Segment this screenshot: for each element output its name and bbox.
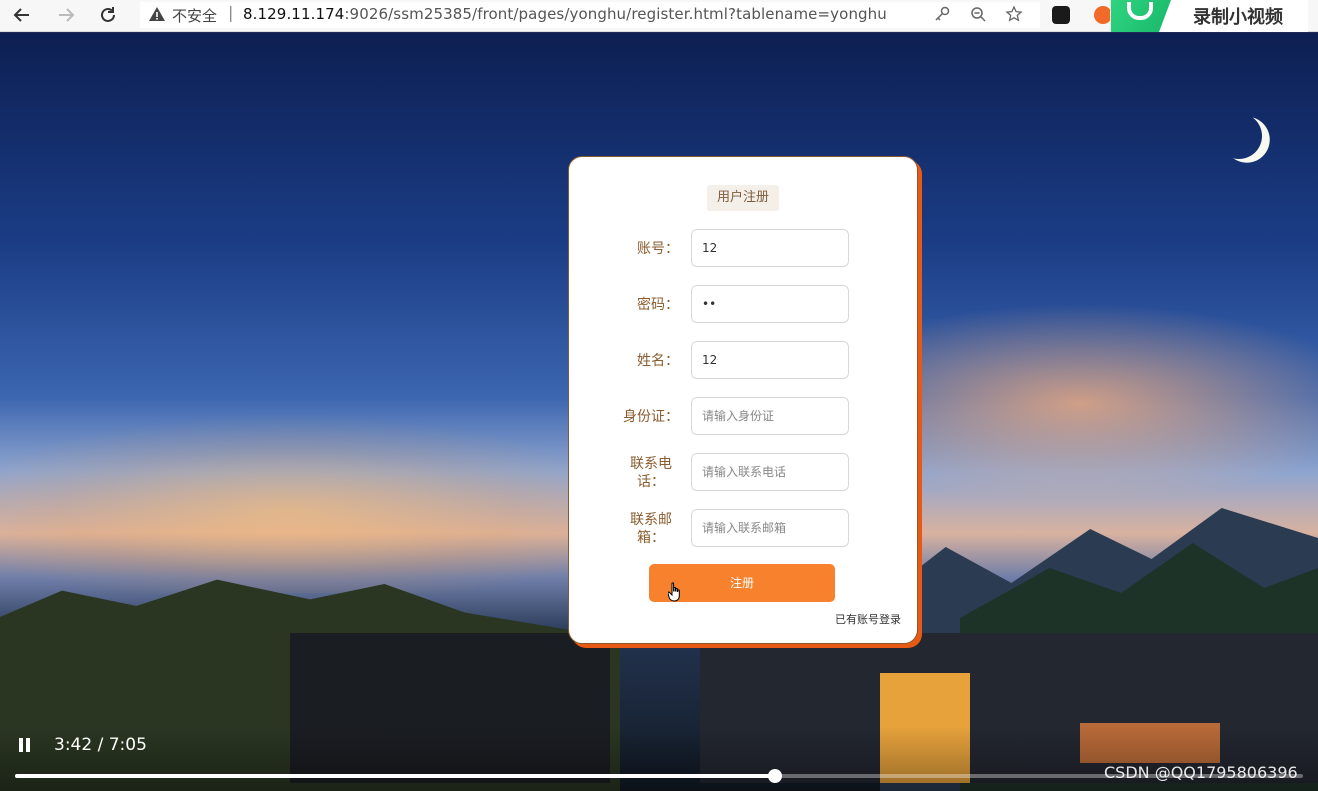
hand-cursor-icon [668,582,680,602]
password-input[interactable]: •• [691,285,849,323]
login-link[interactable]: 已有账号登录 [835,611,901,627]
name-label: 姓名： [637,353,679,369]
recorder-title: 录制小视频 [1193,7,1283,28]
arrow-left-icon [13,8,29,22]
video-time: 3:42 / 7:05 [54,735,147,755]
forward-button[interactable] [54,4,78,28]
video-progress-fill [15,774,775,778]
id-card-input[interactable]: 请输入身份证 [691,397,849,435]
security-status[interactable]: 不安全 [172,5,217,26]
email-label: 联系邮 箱： [619,511,683,547]
recorder-panel[interactable]: 录制小视频 [1110,0,1308,32]
email-label-line2: 箱： [637,530,665,546]
pause-icon[interactable] [18,738,32,752]
url-text[interactable]: 8.129.11.174:9026/ssm25385/front/pages/y… [243,5,887,23]
id-card-label: 身份证： [623,409,679,425]
video-progress-thumb[interactable] [767,769,782,783]
arrow-right-icon [59,8,75,22]
phone-input[interactable]: 请输入联系电话 [691,453,849,491]
watermark: CSDN @QQ1795806396 [1104,763,1298,782]
form-title: 用户注册 [707,185,779,211]
reload-button[interactable] [96,4,120,28]
email-input[interactable]: 请输入联系邮箱 [691,509,849,547]
address-bar[interactable]: 不安全 | 8.129.11.174:9026/ssm25385/front/p… [140,2,1040,28]
phone-label: 联系电 话： [619,455,683,491]
account-label: 账号： [637,241,679,257]
recorder-logo-icon [1111,0,1171,32]
warning-icon [149,7,165,21]
phone-label-line1: 联系电 [630,456,672,472]
email-label-line1: 联系邮 [630,512,672,528]
back-button[interactable] [10,4,34,28]
url-path: :9026/ssm25385/front/pages/yonghu/regist… [344,5,887,23]
name-input[interactable]: 12 [691,341,849,379]
register-card: 用户注册 账号： 12 密码： •• 姓名： 12 身份证： 请输入身份证 联系… [568,156,918,644]
city-lights [0,413,640,593]
reload-icon [101,7,115,22]
phone-label-line2: 话： [637,474,665,490]
url-host: 8.129.11.174 [243,5,345,23]
password-label: 密码： [637,297,679,313]
favorite-star-icon[interactable] [1004,5,1024,25]
zoom-out-icon[interactable] [968,5,988,25]
moon-icon [1212,109,1265,162]
url-divider: | [228,3,234,22]
account-input[interactable]: 12 [691,229,849,267]
extension-icon[interactable] [1052,6,1070,24]
key-icon[interactable] [932,5,952,25]
browser-toolbar: 不安全 | 8.129.11.174:9026/ssm25385/front/p… [0,0,1318,32]
